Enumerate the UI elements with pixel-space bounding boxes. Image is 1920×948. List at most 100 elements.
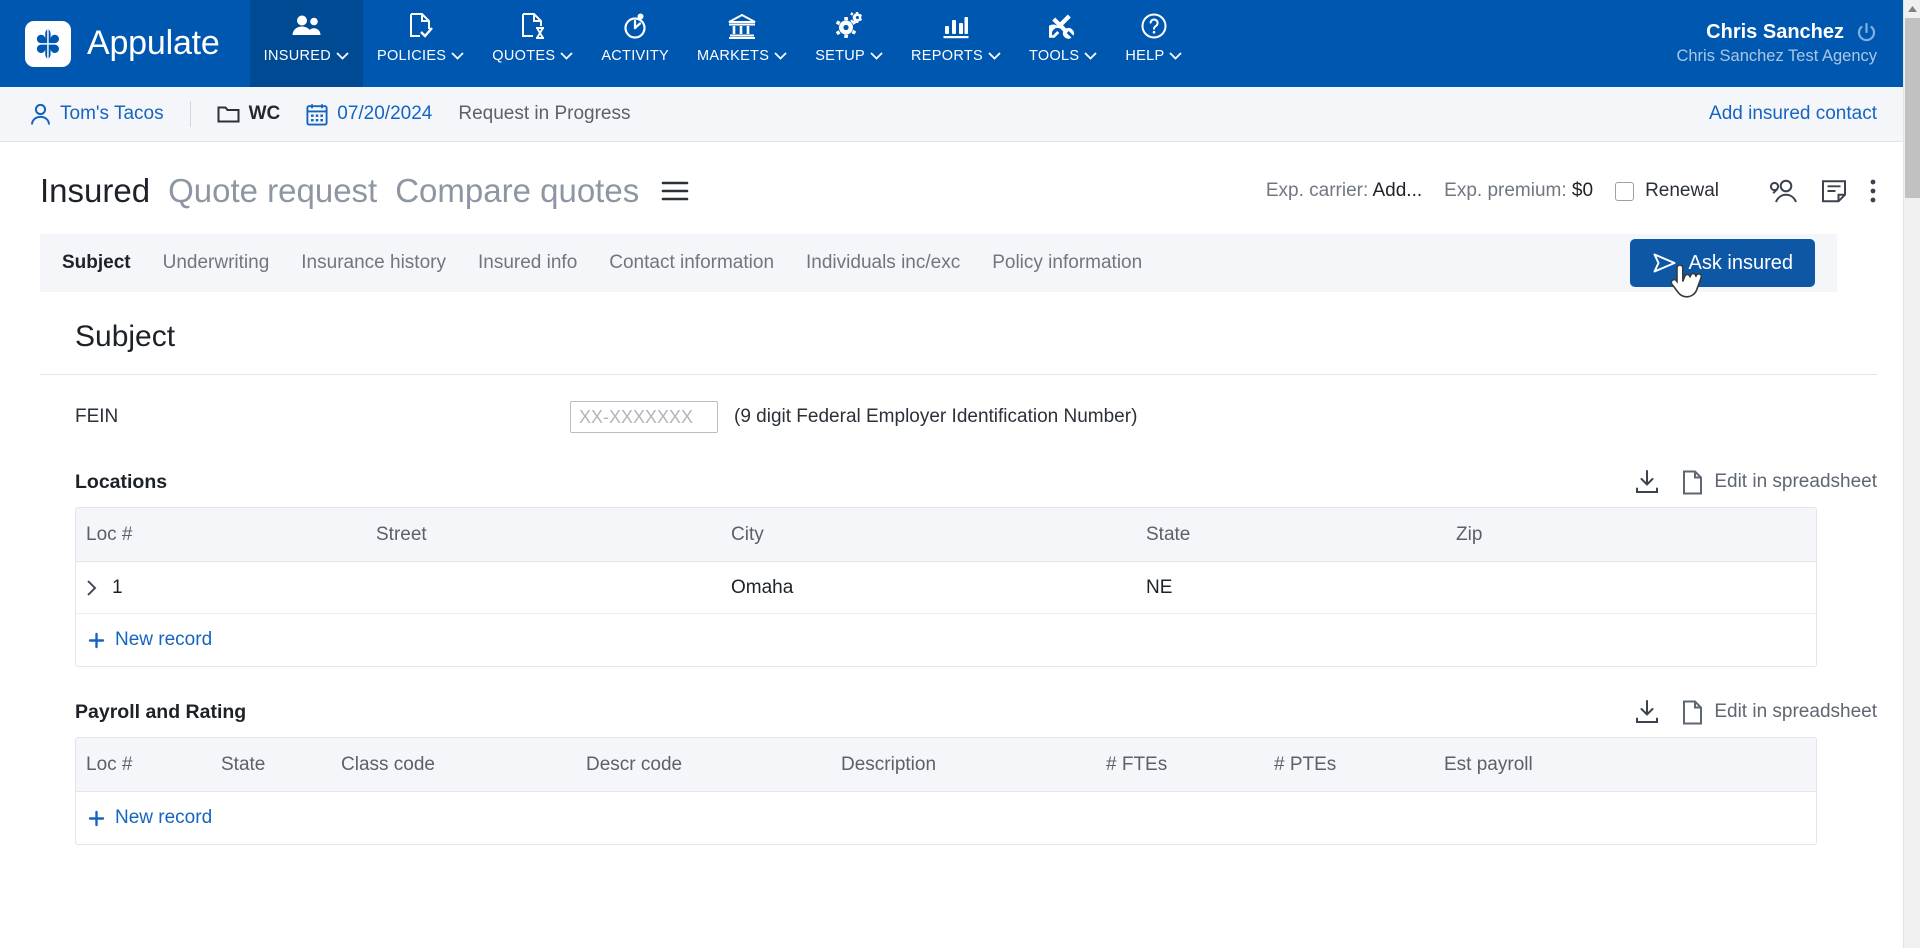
scrollbar-thumb[interactable] xyxy=(1905,18,1920,198)
nav-item-label: POLICIES xyxy=(376,48,447,64)
nav-item-markets[interactable]: MARKETS xyxy=(683,0,801,87)
exp-carrier-label: Exp. carrier: xyxy=(1265,180,1369,201)
renewal-checkbox[interactable] xyxy=(1615,181,1635,201)
nav-item-label: REPORTS xyxy=(911,48,983,64)
document-check-icon xyxy=(408,8,434,44)
contacts-person-icon[interactable] xyxy=(1769,178,1799,204)
brand-name: Appulate xyxy=(87,24,220,62)
chevron-down-icon xyxy=(560,52,573,60)
locations-edit-in-spreadsheet[interactable]: Edit in spreadsheet xyxy=(1682,470,1877,495)
locations-edit-label: Edit in spreadsheet xyxy=(1714,471,1877,492)
nav-item-quotes[interactable]: QUOTES xyxy=(478,0,587,87)
page-header: Insured Quote request Compare quotes Exp… xyxy=(0,154,1903,228)
chevron-down-icon xyxy=(336,52,349,60)
scroll-up-icon[interactable] xyxy=(1904,0,1920,17)
breadcrumb-insured[interactable]: Tom's Tacos xyxy=(30,103,164,126)
locations-actions: Edit in spreadsheet xyxy=(1604,469,1877,495)
nav-item-label: INSURED xyxy=(263,48,331,64)
tab-insured-info[interactable]: Insured info xyxy=(478,252,577,274)
people-icon xyxy=(291,8,321,44)
column-header-loc: Loc # xyxy=(86,523,133,545)
tab-individuals-inc-exc[interactable]: Individuals inc/exc xyxy=(806,252,960,274)
payroll-actions: Edit in spreadsheet xyxy=(1604,699,1877,725)
ask-insured-button[interactable]: Ask insured xyxy=(1629,239,1815,298)
nav-item-label: SETUP xyxy=(815,48,866,64)
table-row[interactable]: 1 Omaha NE xyxy=(76,562,1816,614)
nav-item-insured[interactable]: INSURED xyxy=(249,0,363,87)
nav-item-tools[interactable]: TOOLS xyxy=(1015,0,1111,87)
question-circle-icon xyxy=(1140,8,1168,44)
page-scrollbar[interactable] xyxy=(1903,0,1920,948)
fein-label: FEIN xyxy=(75,406,119,427)
nav-items: INSURED POLICIES QUOTES ACTIVITY MARKETS… xyxy=(249,0,1197,87)
nav-label: INSURED xyxy=(264,48,349,64)
renewal-label: Renewal xyxy=(1645,180,1719,201)
nav-label: TOOLS xyxy=(1029,48,1097,64)
bank-icon xyxy=(727,8,757,44)
add-insured-contact-link[interactable]: Add insured contact xyxy=(1709,103,1877,125)
locations-new-record-button[interactable]: New record xyxy=(76,614,1816,666)
fein-input[interactable] xyxy=(570,401,718,433)
exp-carrier[interactable]: Exp. carrier: Add... xyxy=(1266,180,1422,202)
column-header-state: State xyxy=(1146,523,1191,545)
payroll-title: Payroll and Rating xyxy=(75,700,247,723)
nav-item-setup[interactable]: SETUP xyxy=(801,0,897,87)
breadcrumb-folder-label: WC xyxy=(248,103,281,124)
column-header-zip: Zip xyxy=(1456,523,1483,545)
hamburger-menu-icon[interactable] xyxy=(661,180,689,202)
ask-insured-label: Ask insured xyxy=(1688,251,1794,274)
breadcrumb-folder[interactable]: WC xyxy=(217,103,281,125)
page-title: Insured xyxy=(40,172,151,209)
column-header-ptes: # PTEs xyxy=(1274,753,1337,775)
page-link-quote-request[interactable]: Quote request xyxy=(168,172,377,210)
nav-item-label: HELP xyxy=(1125,48,1165,64)
user-agency: Chris Sanchez Test Agency xyxy=(1676,47,1877,65)
tab-insurance-history[interactable]: Insurance history xyxy=(301,252,446,274)
folder-icon xyxy=(217,104,240,124)
document-hourglass-icon xyxy=(520,8,546,44)
cell-city: Omaha xyxy=(731,576,794,598)
note-icon[interactable] xyxy=(1821,178,1847,204)
locations-new-record-label: New record xyxy=(115,629,213,650)
column-header-est-payroll: Est payroll xyxy=(1444,753,1533,775)
nav-item-policies[interactable]: POLICIES xyxy=(363,0,478,87)
payroll-new-record-button[interactable]: New record xyxy=(76,792,1816,844)
chevron-right-icon[interactable] xyxy=(86,579,98,597)
power-icon[interactable] xyxy=(1856,22,1877,43)
page-link-compare-quotes[interactable]: Compare quotes xyxy=(395,172,639,210)
breadcrumb-status: Request in Progress xyxy=(458,103,631,124)
nav-item-activity[interactable]: ACTIVITY xyxy=(587,0,683,87)
download-icon[interactable] xyxy=(1634,699,1660,725)
plus-icon xyxy=(88,810,105,827)
tab-underwriting[interactable]: Underwriting xyxy=(163,252,270,274)
tab-strip: Subject Underwriting Insurance history I… xyxy=(40,234,1837,298)
locations-table-header: Loc # Street City State Zip xyxy=(76,508,1816,562)
more-vertical-icon[interactable] xyxy=(1869,178,1877,204)
payroll-edit-in-spreadsheet[interactable]: Edit in spreadsheet xyxy=(1682,700,1877,725)
bar-chart-icon xyxy=(942,8,970,44)
exp-premium: Exp. premium: $0 xyxy=(1444,180,1593,202)
page-header-right: Exp. carrier: Add... Exp. premium: $0 Re… xyxy=(1266,178,1877,204)
fein-hint: (9 digit Federal Employer Identification… xyxy=(734,406,1138,427)
tab-policy-information[interactable]: Policy information xyxy=(992,252,1142,274)
column-header-descr-code: Descr code xyxy=(586,753,683,775)
breadcrumb-date[interactable]: 07/20/2024 xyxy=(306,103,432,126)
download-icon[interactable] xyxy=(1634,469,1660,495)
exp-premium-label: Exp. premium: xyxy=(1444,180,1567,201)
breadcrumb-date-label: 07/20/2024 xyxy=(337,103,433,124)
user-block[interactable]: Chris Sanchez Chris Sanchez Test Agency xyxy=(1676,0,1903,87)
tab-contact-information[interactable]: Contact information xyxy=(609,252,774,274)
nav-item-help[interactable]: HELP xyxy=(1111,0,1196,87)
renewal-checkbox-group[interactable]: Renewal xyxy=(1615,180,1719,202)
column-header-state: State xyxy=(221,753,266,775)
brand[interactable]: Appulate xyxy=(0,0,250,87)
column-header-loc: Loc # xyxy=(86,753,133,775)
subject-heading: Subject xyxy=(75,320,176,353)
tab-subject[interactable]: Subject xyxy=(62,252,131,274)
file-icon xyxy=(1682,700,1703,725)
send-plane-icon xyxy=(1652,252,1677,274)
subject-content: Subject FEIN (9 digit Federal Employer I… xyxy=(0,292,1903,845)
clover-logo-icon xyxy=(25,20,71,67)
locations-title: Locations xyxy=(75,470,168,493)
nav-item-reports[interactable]: REPORTS xyxy=(897,0,1015,87)
